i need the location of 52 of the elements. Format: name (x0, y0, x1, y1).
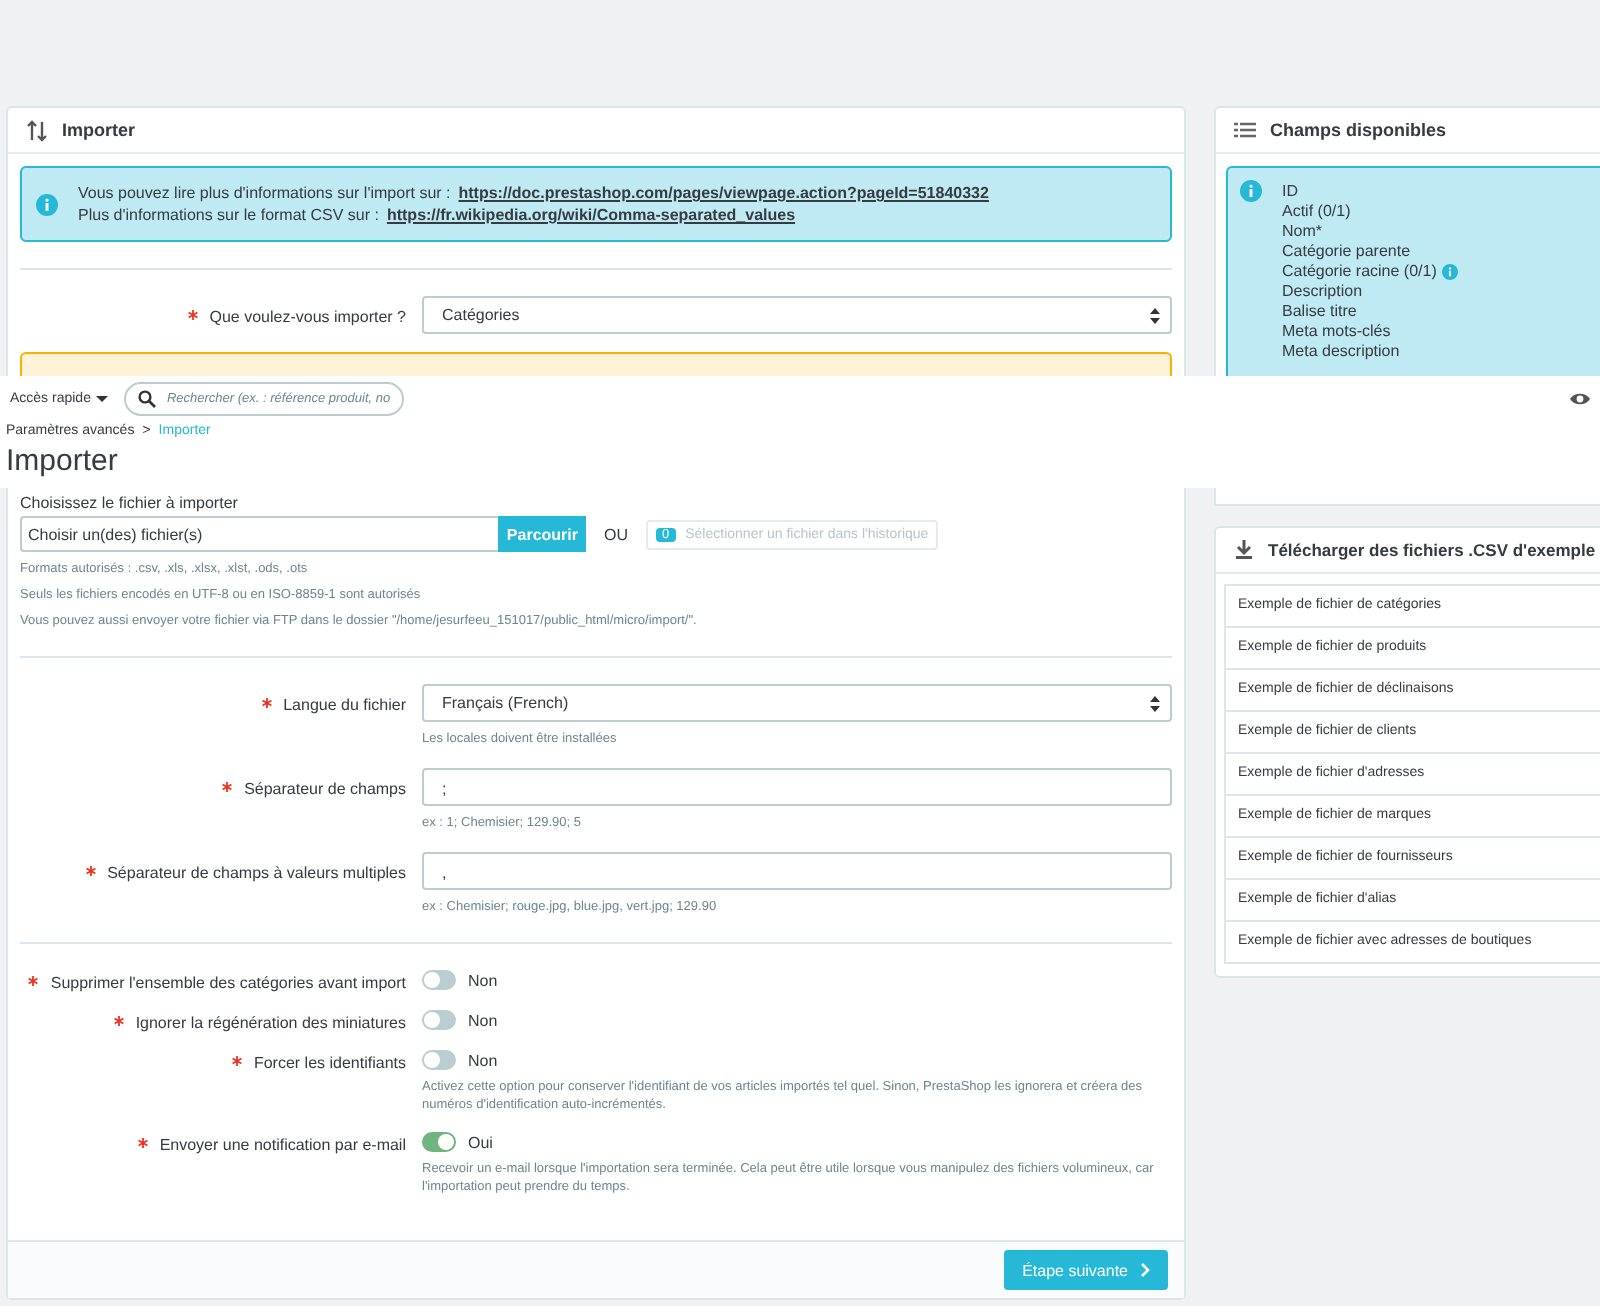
info-link[interactable]: https://fr.wikipedia.org/wiki/Comma-separated_values (386, 206, 796, 224)
toggle-state: Oui (468, 1133, 493, 1151)
info-icon (1240, 180, 1262, 202)
text-field[interactable]: ; (422, 768, 1172, 806)
field-label: Langue du fichier (283, 696, 406, 714)
panel-title: Télécharger des fichiers .CSV d'exemple (1268, 540, 1596, 560)
eye-icon (1570, 390, 1590, 408)
field-name: Balise titre (1282, 302, 1357, 320)
info-icon (36, 193, 58, 215)
field-label: Séparateur de champs (244, 780, 406, 798)
toggle-state: Non (468, 1051, 498, 1069)
info-text: Vous pouvez lire plus d'informations sur l'import sur : (78, 184, 451, 202)
info-icon (1442, 263, 1459, 279)
toggle-switch[interactable] (422, 1132, 456, 1152)
chevron-right-icon (1140, 1262, 1150, 1278)
field-label: Séparateur de champs à valeurs multiples (107, 864, 406, 882)
caret-icon (1150, 307, 1160, 323)
field-name: Catégorie racine (0/1) (1282, 262, 1437, 280)
field-label: Choisissez le fichier à importer (20, 494, 240, 512)
toggle-state: Non (468, 1011, 498, 1029)
select-field[interactable]: Français (French) (422, 684, 1172, 722)
field-name: Nom* (1282, 222, 1323, 240)
field-name: Catégorie parente (1282, 242, 1411, 260)
field-name: Actif (0/1) (1282, 202, 1351, 220)
field-label: Que voulez-vous importer ? (209, 308, 406, 326)
toggle-state: Non (468, 971, 498, 989)
toggle-switch[interactable] (422, 970, 456, 990)
select-field[interactable]: Catégories (422, 296, 1172, 334)
caret-icon (96, 396, 109, 402)
field-label: Ignorer la régénération des miniatures (135, 1014, 406, 1032)
field-label: Envoyer une notification par e-mail (159, 1136, 406, 1154)
field-name: Meta mots-clés (1282, 322, 1391, 340)
page-title: Importer (4, 442, 120, 478)
field-label: Supprimer l'ensemble des catégories avant import (50, 974, 406, 992)
search-icon (138, 390, 157, 408)
file-field[interactable]: Choisir un(des) fichier(s) Parcourir (20, 516, 586, 552)
toggle-switch[interactable] (422, 1010, 456, 1030)
info-text: Plus d'informations sur le format CSV sur : (78, 206, 379, 224)
list-icon (1234, 122, 1256, 138)
field-label: Forcer les identifiants (253, 1054, 406, 1072)
field-name: Meta description (1282, 342, 1400, 360)
panel-title: Champs disponibles (1270, 120, 1447, 140)
info-link[interactable]: https://doc.prestashop.com/pages/viewpage.action?pageId=51840332 (458, 184, 989, 202)
sort-arrows-icon (26, 119, 48, 141)
text-field[interactable]: , (422, 852, 1172, 890)
field-name: ID (1282, 182, 1298, 200)
panel-title: Importer (62, 120, 136, 140)
download-icon (1234, 540, 1254, 560)
toggle-switch[interactable] (422, 1050, 456, 1070)
or-text: OU (604, 525, 628, 543)
caret-icon (1150, 695, 1160, 711)
field-name: Description (1282, 282, 1363, 300)
